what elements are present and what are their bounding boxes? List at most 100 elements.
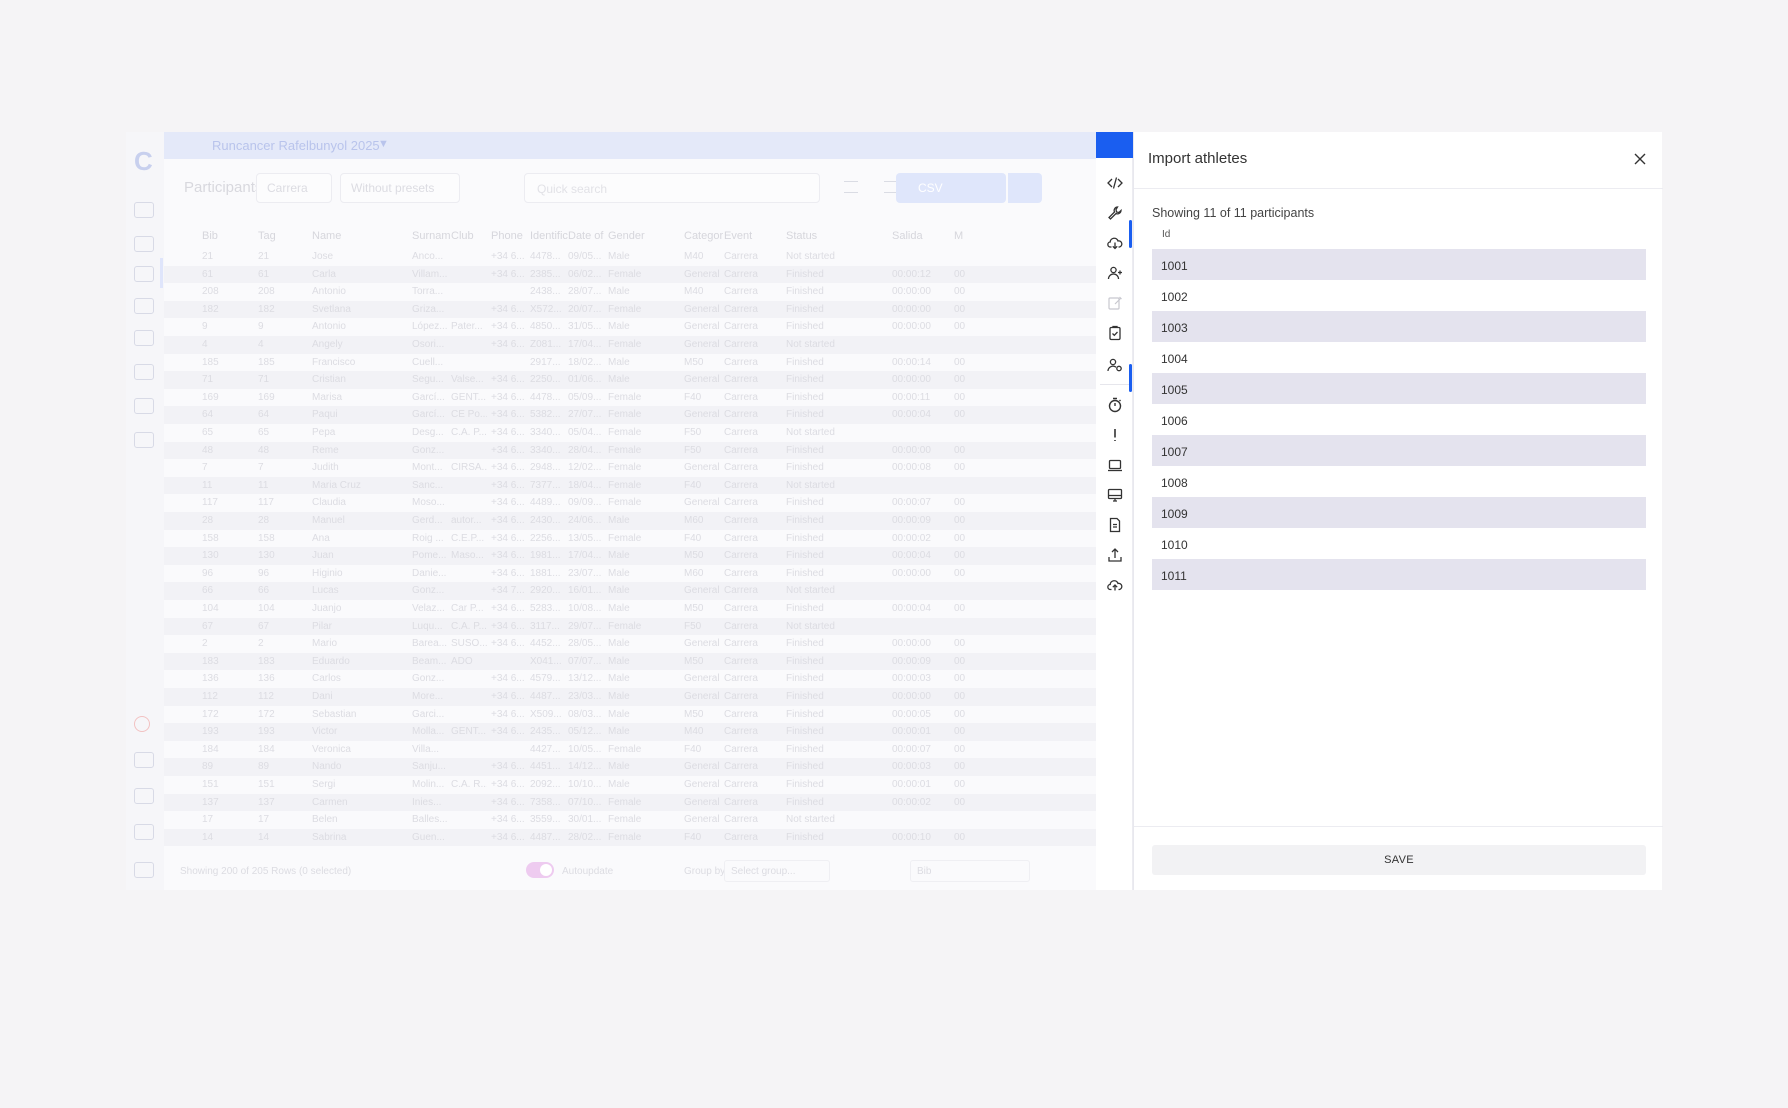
clipboard-check-icon[interactable] (1096, 322, 1133, 344)
cloud-download-icon[interactable] (1096, 232, 1133, 254)
table-cell: 9 (202, 321, 208, 333)
edit-icon[interactable] (1096, 292, 1133, 314)
user-plus-icon[interactable] (1096, 262, 1133, 284)
athlete-id-row[interactable]: 1010 (1152, 528, 1646, 559)
table-cell: 117 (258, 497, 274, 509)
table-cell: 00 (954, 831, 966, 843)
import-athletes-panel: Import athletes Showing 11 of 11 partici… (1133, 132, 1663, 890)
close-button[interactable] (1627, 146, 1653, 172)
user-gear-icon[interactable] (1096, 354, 1133, 376)
athlete-id-row[interactable]: 1001 (1152, 249, 1646, 280)
save-button[interactable]: SAVE (1152, 845, 1646, 875)
table-cell: 64 (258, 409, 270, 421)
table-cell: Finished (786, 356, 824, 368)
table-cell: Finished (786, 691, 824, 702)
table-cell: 00:00:02 (892, 532, 931, 544)
table-cell: 2435... (530, 726, 561, 738)
table-cell: Carrera (724, 550, 758, 562)
table-cell: 89 (202, 761, 214, 773)
table-cell: 130 (258, 550, 275, 562)
table-row: 137 137 Carmen Inies... +34 6... 7358... 07/10… (164, 793, 1096, 812)
table-cell: 183 (258, 655, 275, 667)
table-cell: Male (608, 761, 630, 773)
table-row: 71 71 Cristian Segu... Valse... +34 6... 2250.… (164, 371, 1096, 389)
table-cell: 06/02... (568, 268, 602, 280)
table-cell: Male (608, 251, 630, 262)
table-row: 182 182 Svetlana Griza... +34 6... X572... 20/… (164, 300, 1096, 319)
athlete-id-row[interactable]: 1011 (1152, 559, 1646, 590)
column-header: Date of (568, 230, 604, 242)
table-cell: 184 (258, 743, 275, 755)
athlete-id-row[interactable]: 1006 (1152, 404, 1646, 435)
table-cell: Carrera (724, 743, 758, 755)
table-cell: Torra... (412, 286, 444, 298)
table-cell: Male (608, 691, 630, 702)
table-cell: 11 (202, 479, 213, 491)
stopwatch-icon[interactable] (1096, 394, 1133, 416)
table-cell: Female (608, 479, 642, 491)
cloud-upload-icon[interactable] (1096, 574, 1133, 596)
table-cell: Female (608, 303, 642, 315)
table-cell: Finished (786, 444, 824, 456)
table-cell: Sanc... (412, 479, 444, 491)
table-cell: Finished (786, 532, 824, 544)
table-cell: M50 (684, 708, 704, 720)
table-cell: Sabrina (312, 831, 347, 843)
table-cell: 4850... (530, 321, 561, 333)
table-cell: 172 (258, 708, 275, 720)
table-cell: 28/02... (568, 831, 602, 843)
table-cell: Carrera (724, 409, 758, 421)
table-cell: 14/12... (568, 761, 602, 773)
table-cell: Guen... (412, 831, 445, 843)
table-cell: General (684, 796, 720, 808)
athlete-id-row[interactable]: 1007 (1152, 435, 1646, 466)
athlete-id-row[interactable]: 1005 (1152, 373, 1646, 404)
background-app: C Runcancer Rafelbunyol 2025 ▼ Participa… (126, 132, 1096, 890)
table-cell: Gerd... (412, 515, 443, 526)
athlete-id-row[interactable]: 1009 (1152, 497, 1646, 528)
table-cell: 13/05... (568, 532, 602, 544)
table-cell: Carrera (724, 691, 758, 702)
table-cell: M50 (684, 550, 704, 562)
table-cell: +34 6... (491, 374, 525, 386)
athlete-id-row[interactable]: 1004 (1152, 342, 1646, 373)
table-cell: Villa... (412, 743, 440, 755)
athlete-id-row[interactable]: 1008 (1152, 466, 1646, 497)
table-cell: 00:00:00 (892, 303, 931, 315)
table-cell: 00:00:05 (892, 708, 931, 720)
table-cell: M40 (684, 726, 704, 738)
table-cell: M50 (684, 356, 704, 368)
rail-header (1096, 132, 1133, 158)
table-cell: Female (608, 391, 642, 403)
table-cell: +34 6... (491, 726, 525, 738)
athlete-id-row[interactable]: 1002 (1152, 280, 1646, 311)
table-cell: Barea... (412, 638, 448, 650)
upload-icon[interactable] (1096, 544, 1133, 566)
athlete-id-row[interactable]: 1003 (1152, 311, 1646, 342)
code-icon[interactable] (1096, 172, 1133, 194)
wrench-icon[interactable] (1096, 202, 1133, 224)
table-cell: General (684, 339, 720, 350)
table-cell: Molla... (412, 726, 445, 738)
table-cell: Carrera (724, 708, 758, 720)
table-cell: Carrera (724, 268, 758, 280)
table-cell: M50 (684, 655, 704, 667)
table-cell: 2092... (530, 779, 561, 790)
table-cell: 00 (954, 726, 966, 738)
table-cell: Carrera (724, 761, 758, 773)
laptop-icon[interactable] (1096, 454, 1133, 476)
table-cell: Carrera (724, 638, 758, 650)
table-cell: Carlos (312, 673, 341, 685)
table-cell: Pater... (451, 321, 483, 333)
table-cell: Francisco (312, 356, 356, 368)
table-cell: Not started (786, 427, 835, 438)
table-cell: Male (608, 673, 630, 685)
table-cell: 66 (258, 585, 270, 597)
table-row: 67 67 Pilar Luqu... C.A. P... +34 6... 3117...… (164, 617, 1096, 636)
exclamation-icon[interactable] (1096, 424, 1133, 446)
table-cell: 00 (954, 691, 966, 702)
document-icon[interactable] (1096, 514, 1133, 536)
monitor-icon[interactable] (1096, 484, 1133, 506)
table-cell: +34 6... (491, 814, 525, 826)
table-row: 48 48 Reme Gonz... +34 6... 3340... 28/04... Fe… (164, 441, 1096, 460)
